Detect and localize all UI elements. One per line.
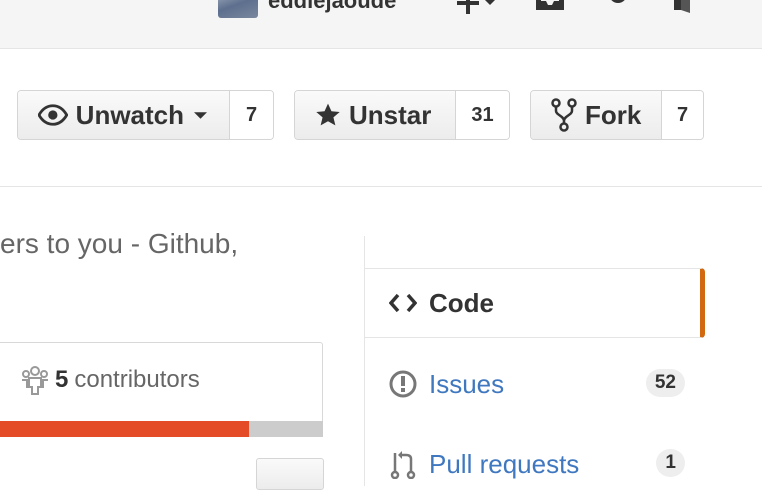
eye-icon xyxy=(38,104,68,126)
fork-button-group: Fork 7 xyxy=(530,90,704,140)
repo-nav: Code Issues 52 Pull requests 1 xyxy=(364,236,705,486)
unstar-button[interactable]: Unstar xyxy=(295,91,456,139)
gear-icon[interactable] xyxy=(604,0,632,17)
language-segment xyxy=(0,421,249,437)
issues-counter: 52 xyxy=(645,369,685,397)
nav-code-label: Code xyxy=(429,287,494,318)
organization-icon xyxy=(22,366,48,395)
git-pull-request-icon xyxy=(389,449,417,479)
star-icon xyxy=(316,103,340,126)
star-button-group: Unstar 31 xyxy=(294,90,510,140)
chevron-down-icon[interactable] xyxy=(484,0,496,12)
fork-label: Fork xyxy=(585,99,642,130)
forks-count[interactable]: 7 xyxy=(662,91,703,139)
nav-pull-requests-label: Pull requests xyxy=(429,448,580,479)
nav-issues[interactable]: Issues 52 xyxy=(365,349,705,419)
sign-out-icon[interactable] xyxy=(672,0,698,19)
nav-issues-label: Issues xyxy=(429,368,505,399)
watch-button-group: Unwatch 7 xyxy=(17,90,274,140)
contributors-label: contributors xyxy=(74,366,200,393)
language-bar[interactable] xyxy=(0,421,323,437)
contributors-link[interactable]: 5 contributors xyxy=(21,365,200,395)
unstar-label: Unstar xyxy=(349,99,432,130)
unwatch-label: Unwatch xyxy=(75,99,185,130)
username-link[interactable]: eddiejaoude xyxy=(268,0,396,14)
watchers-count[interactable]: 7 xyxy=(230,91,273,139)
repo-description: ers to you - Github, xyxy=(0,228,239,259)
contributors-count: 5 xyxy=(55,366,69,393)
site-header: eddiejaoude xyxy=(0,0,762,49)
unwatch-button[interactable]: Unwatch xyxy=(18,91,230,139)
repo-summary: 5 contributors xyxy=(0,342,323,437)
chevron-down-icon xyxy=(194,112,207,119)
nav-pull-requests[interactable]: Pull requests 1 xyxy=(365,429,705,499)
nav-code[interactable]: Code xyxy=(365,268,705,338)
plus-icon[interactable] xyxy=(455,0,481,21)
stargazers-count[interactable]: 31 xyxy=(456,91,509,139)
language-segment xyxy=(248,421,323,437)
avatar[interactable] xyxy=(218,0,258,18)
code-icon xyxy=(389,293,417,313)
inbox-icon[interactable] xyxy=(534,0,566,17)
fork-button[interactable]: Fork xyxy=(531,91,662,139)
fork-icon xyxy=(551,98,577,132)
small-button[interactable] xyxy=(256,458,324,490)
pulls-counter: 1 xyxy=(656,449,685,477)
header-divider xyxy=(0,186,762,187)
issue-opened-icon xyxy=(389,370,417,398)
